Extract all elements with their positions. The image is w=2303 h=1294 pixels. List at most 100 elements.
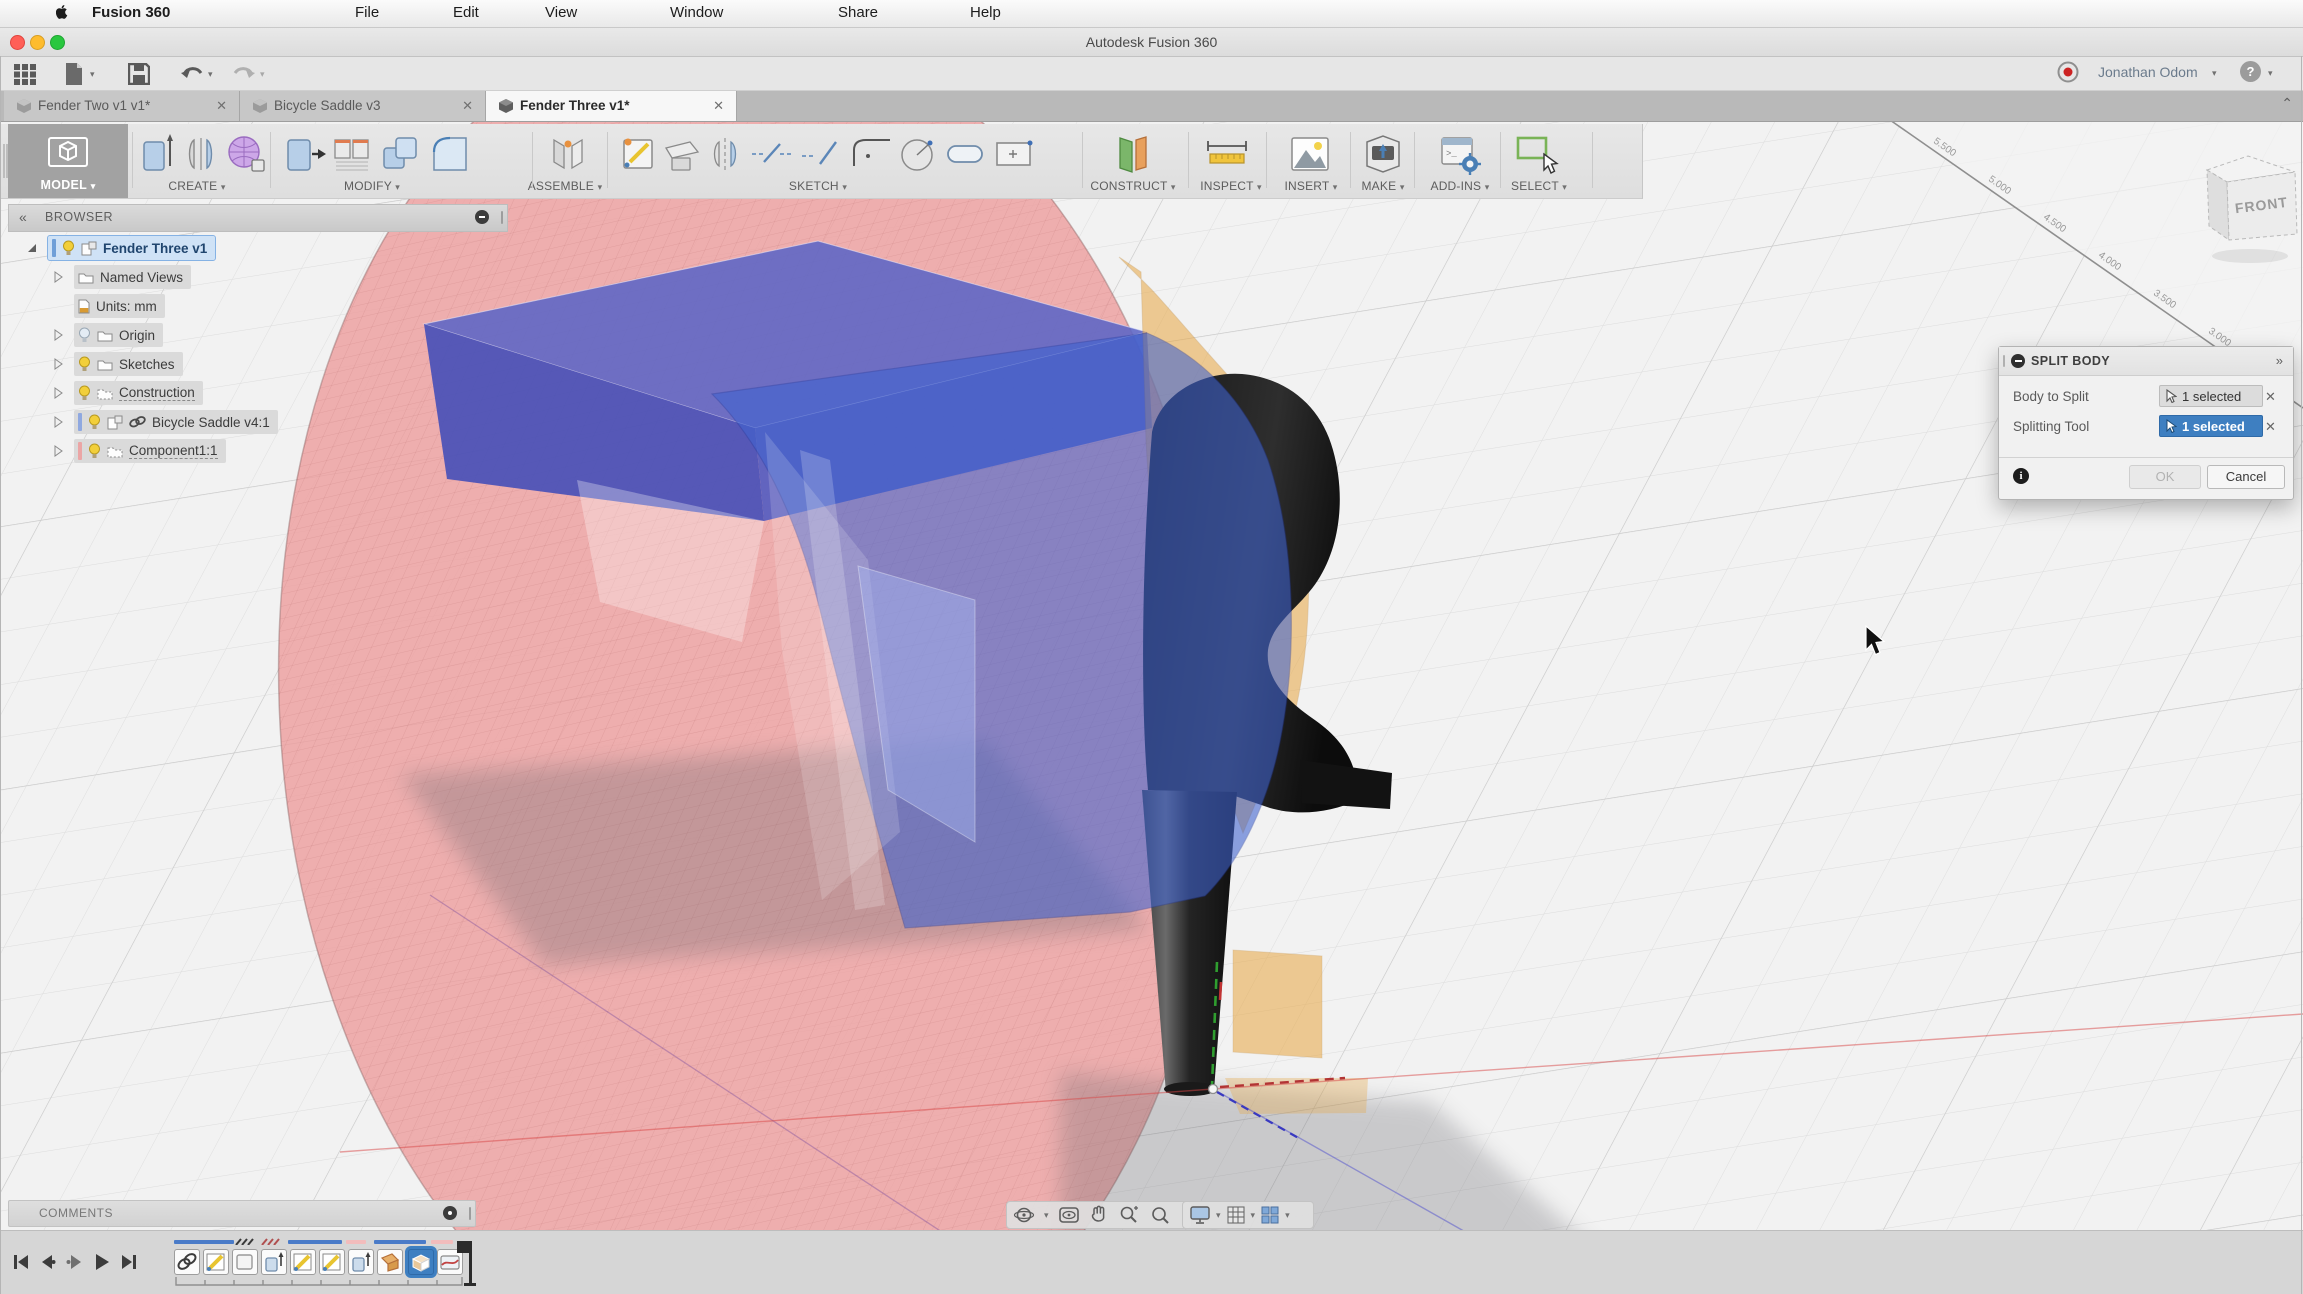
folder-name[interactable]: Construction bbox=[119, 385, 195, 401]
display-settings-icon[interactable] bbox=[1189, 1205, 1211, 1225]
go-to-start-button[interactable] bbox=[12, 1253, 30, 1271]
orbit-icon[interactable] bbox=[1013, 1205, 1035, 1225]
component-name[interactable]: Bicycle Saddle v4:1 bbox=[152, 415, 270, 430]
tab-close-icon[interactable]: ✕ bbox=[462, 98, 473, 114]
collapsed-arrow-icon[interactable] bbox=[52, 329, 64, 341]
browser-collapse-icon[interactable]: « bbox=[19, 209, 27, 225]
timeline-position-marker[interactable] bbox=[455, 1239, 477, 1289]
ribbon-group-addins[interactable]: ADD-INS ▾ bbox=[1430, 179, 1489, 193]
viewports-caret[interactable]: ▾ bbox=[1285, 1210, 1290, 1221]
lightbulb-on-icon[interactable] bbox=[88, 414, 101, 430]
body-to-split-selection[interactable]: 1 selected bbox=[2159, 385, 2263, 407]
timeline-base-body[interactable] bbox=[232, 1249, 258, 1275]
ribbon-group-create[interactable]: CREATE ▾ bbox=[168, 179, 225, 193]
addins-icon[interactable]: >_ bbox=[1438, 132, 1482, 176]
ribbon-group-assemble[interactable]: ASSEMBLE ▾ bbox=[528, 179, 603, 193]
lightbulb-on-icon[interactable] bbox=[88, 443, 101, 459]
browser-header[interactable]: « BROWSER bbox=[8, 204, 508, 232]
clear-selection-icon[interactable]: ✕ bbox=[2265, 419, 2276, 435]
undo-caret[interactable]: ▾ bbox=[208, 69, 213, 80]
new-file-icon[interactable] bbox=[64, 62, 84, 86]
timeline-insert-link[interactable] bbox=[174, 1249, 200, 1275]
combine-icon[interactable] bbox=[380, 132, 422, 176]
create-sketch-icon[interactable] bbox=[620, 132, 658, 176]
cancel-button[interactable]: Cancel bbox=[2207, 465, 2285, 489]
comments-panel[interactable]: COMMENTS bbox=[8, 1200, 476, 1227]
joint-icon[interactable] bbox=[548, 132, 588, 176]
menu-app-name[interactable]: Fusion 360 bbox=[92, 4, 170, 21]
ribbon-group-sketch[interactable]: SKETCH ▾ bbox=[789, 179, 847, 193]
timeline-form[interactable] bbox=[377, 1249, 403, 1275]
timeline-sketch[interactable] bbox=[203, 1249, 229, 1275]
timeline-sketch[interactable] bbox=[290, 1249, 316, 1275]
tab-close-icon[interactable]: ✕ bbox=[713, 98, 724, 114]
step-forward-button[interactable] bbox=[66, 1253, 84, 1271]
ribbon-group-inspect[interactable]: INSPECT ▾ bbox=[1200, 179, 1261, 193]
lightbulb-off-icon[interactable] bbox=[78, 327, 91, 343]
component-name[interactable]: Component1:1 bbox=[129, 443, 218, 459]
pan-icon[interactable] bbox=[1089, 1205, 1109, 1225]
timeline-split-body-selected[interactable] bbox=[408, 1249, 434, 1275]
folder-name[interactable]: Origin bbox=[119, 328, 155, 343]
arc-icon[interactable] bbox=[850, 132, 894, 176]
help-button[interactable]: ? bbox=[2240, 61, 2261, 82]
press-pull-icon[interactable] bbox=[284, 132, 326, 176]
revolve-icon[interactable] bbox=[182, 132, 220, 176]
interference-icon[interactable] bbox=[332, 132, 372, 176]
create-form-icon[interactable] bbox=[224, 132, 268, 176]
view-cube[interactable]: FRONT bbox=[2190, 148, 2303, 268]
info-icon[interactable]: i bbox=[2013, 468, 2029, 484]
look-at-icon[interactable] bbox=[1058, 1205, 1080, 1225]
step-back-button[interactable] bbox=[38, 1253, 56, 1271]
lightbulb-on-icon[interactable] bbox=[78, 385, 91, 401]
component-name[interactable]: Fender Three v1 bbox=[103, 241, 207, 256]
dialog-mode-icon[interactable] bbox=[2011, 354, 2025, 368]
ribbon-group-select[interactable]: SELECT ▾ bbox=[1511, 179, 1567, 193]
splitting-tool-selection[interactable]: 1 selected bbox=[2159, 415, 2263, 437]
collapsed-arrow-icon[interactable] bbox=[52, 358, 64, 370]
ribbon-group-construct[interactable]: CONSTRUCT ▾ bbox=[1090, 179, 1175, 193]
rectangle-icon[interactable] bbox=[992, 132, 1036, 176]
menu-window[interactable]: Window bbox=[670, 4, 723, 21]
comments-resize-grip[interactable] bbox=[469, 1207, 471, 1220]
make-3dprint-icon[interactable] bbox=[1362, 132, 1404, 176]
grid-caret[interactable]: ▾ bbox=[1251, 1210, 1256, 1221]
browser-display-toggle-icon[interactable] bbox=[475, 210, 489, 224]
expanded-arrow-icon[interactable] bbox=[26, 242, 38, 254]
play-button[interactable] bbox=[93, 1253, 111, 1271]
tab-close-icon[interactable]: ✕ bbox=[216, 98, 227, 114]
ok-button[interactable]: OK bbox=[2129, 465, 2201, 489]
timeline-extrude[interactable] bbox=[261, 1249, 287, 1275]
collapsed-arrow-icon[interactable] bbox=[52, 416, 64, 428]
redo-icon[interactable] bbox=[232, 64, 256, 84]
dialog-header[interactable]: SPLIT BODY » bbox=[1999, 347, 2293, 376]
record-screencast-icon[interactable] bbox=[2056, 60, 2080, 84]
browser-resize-grip[interactable] bbox=[501, 211, 503, 224]
orbit-caret[interactable]: ▾ bbox=[1044, 1210, 1049, 1221]
apple-menu-icon[interactable] bbox=[56, 5, 71, 21]
folder-name[interactable]: Named Views bbox=[100, 270, 183, 285]
tab-fender-three[interactable]: Fender Three v1* ✕ bbox=[486, 91, 737, 121]
dialog-expand-icon[interactable]: » bbox=[2276, 353, 2283, 368]
insert-image-icon[interactable] bbox=[1288, 132, 1332, 176]
comments-toggle-icon[interactable] bbox=[443, 1206, 457, 1220]
ribbon-group-insert[interactable]: INSERT ▾ bbox=[1284, 179, 1337, 193]
project-include-icon[interactable] bbox=[662, 132, 702, 176]
tabbar-collapse-icon[interactable]: ⌃ bbox=[2281, 95, 2293, 112]
viewports-icon[interactable] bbox=[1260, 1205, 1280, 1225]
redo-caret[interactable]: ▾ bbox=[260, 69, 265, 80]
collapsed-arrow-icon[interactable] bbox=[52, 445, 64, 457]
fit-icon[interactable] bbox=[1149, 1205, 1171, 1225]
ribbon-group-make[interactable]: MAKE ▾ bbox=[1361, 179, 1404, 193]
tab-bicycle-saddle[interactable]: Bicycle Saddle v3 ✕ bbox=[240, 91, 486, 121]
collapsed-arrow-icon[interactable] bbox=[52, 271, 64, 283]
user-account-menu[interactable]: Jonathan Odom bbox=[2098, 64, 2198, 80]
spline-icon[interactable] bbox=[800, 132, 844, 176]
fillet-icon[interactable] bbox=[428, 132, 470, 176]
folder-name[interactable]: Sketches bbox=[119, 357, 175, 372]
construct-plane-icon[interactable] bbox=[1112, 132, 1154, 178]
tab-fender-two[interactable]: Fender Two v1 v1* ✕ bbox=[4, 91, 240, 121]
circle-icon[interactable] bbox=[897, 132, 941, 176]
workspace-selector-model[interactable]: MODEL ▾ bbox=[8, 124, 128, 198]
user-menu-caret[interactable]: ▾ bbox=[2212, 68, 2217, 79]
